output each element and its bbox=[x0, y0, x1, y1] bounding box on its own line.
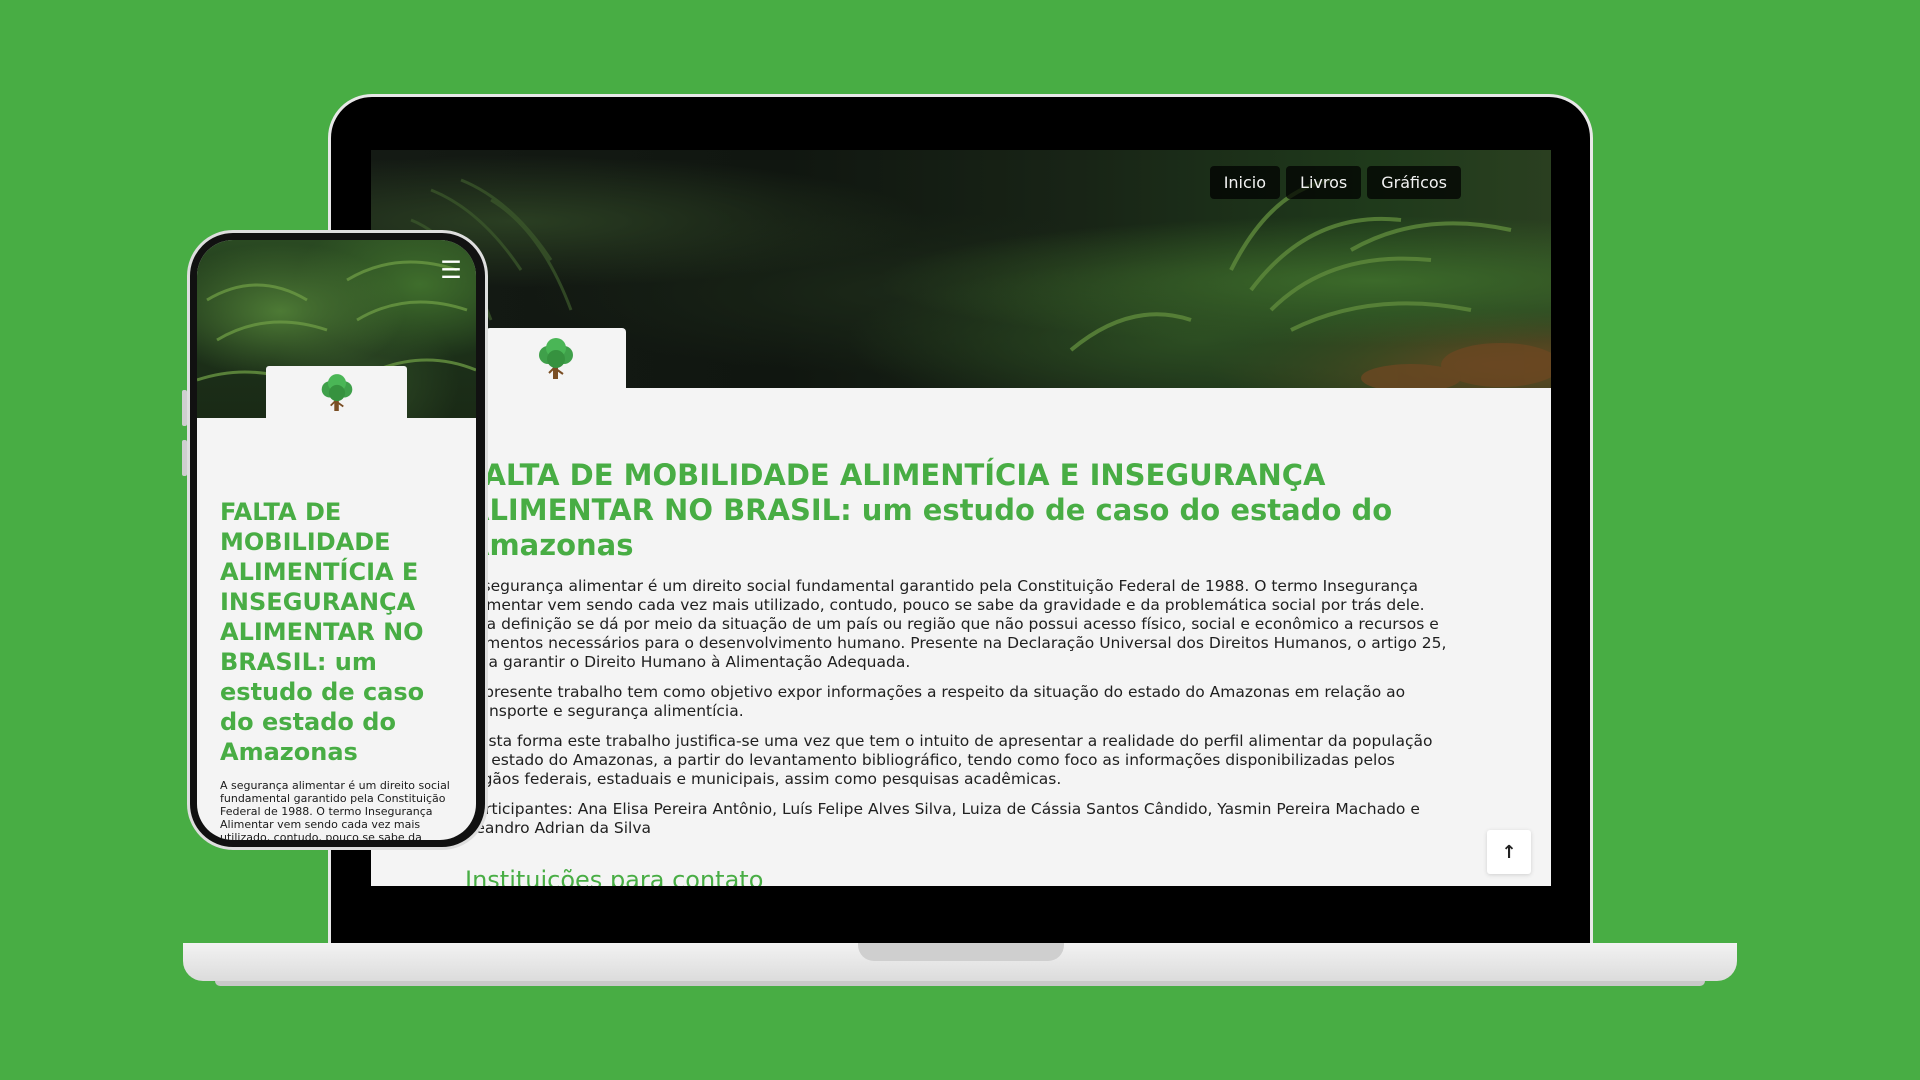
nav-graficos[interactable]: Gráficos bbox=[1367, 166, 1461, 199]
back-to-top-button[interactable]: ↑ bbox=[1487, 830, 1531, 874]
tree-icon bbox=[321, 374, 352, 411]
nav-inicio[interactable]: Inicio bbox=[1209, 166, 1281, 199]
phone-intro-paragraph: A segurança alimentar é um direito socia… bbox=[220, 779, 450, 840]
intro-paragraph: A segurança alimentar é um direito socia… bbox=[467, 577, 1447, 671]
participants-paragraph: Participantes: Ana Elisa Pereira Antônio… bbox=[467, 800, 1420, 837]
tree-icon bbox=[539, 338, 573, 379]
phone-screen: ☰ FALTA DE MOBILIDADE ALIMENTÍCIA E INSE… bbox=[197, 240, 476, 840]
laptop-foot bbox=[215, 981, 1705, 986]
arrow-up-icon: ↑ bbox=[1501, 841, 1517, 863]
page-title: FALTA DE MOBILIDADE ALIMENTÍCIA E INSEGU… bbox=[467, 458, 1393, 562]
main-content: FALTA DE MOBILIDADE ALIMENTÍCIA E INSEGU… bbox=[467, 458, 1447, 849]
phone-content: FALTA DE MOBILIDADE ALIMENTÍCIA E INSEGU… bbox=[220, 497, 456, 840]
objective-paragraph: O presente trabalho tem como objetivo ex… bbox=[467, 683, 1406, 720]
phone-page-title: FALTA DE MOBILIDADE ALIMENTÍCIA E INSEGU… bbox=[220, 498, 425, 766]
phone-side-button bbox=[182, 440, 187, 476]
justification-paragraph: Desta forma este trabalho justifica-se u… bbox=[467, 732, 1433, 788]
section-title-contacts: Instituições para contato bbox=[465, 866, 764, 886]
phone-logo-tab[interactable] bbox=[266, 366, 407, 420]
phone-side-button bbox=[182, 390, 187, 426]
nav-livros[interactable]: Livros bbox=[1286, 166, 1362, 199]
laptop-screen: Inicio Livros Gráficos FALTA DE MOBILIDA… bbox=[371, 150, 1551, 886]
laptop-notch bbox=[858, 943, 1064, 961]
top-nav: Inicio Livros Gráficos bbox=[1209, 166, 1461, 199]
logo-tab[interactable] bbox=[486, 328, 626, 390]
hamburger-icon[interactable]: ☰ bbox=[438, 258, 464, 282]
